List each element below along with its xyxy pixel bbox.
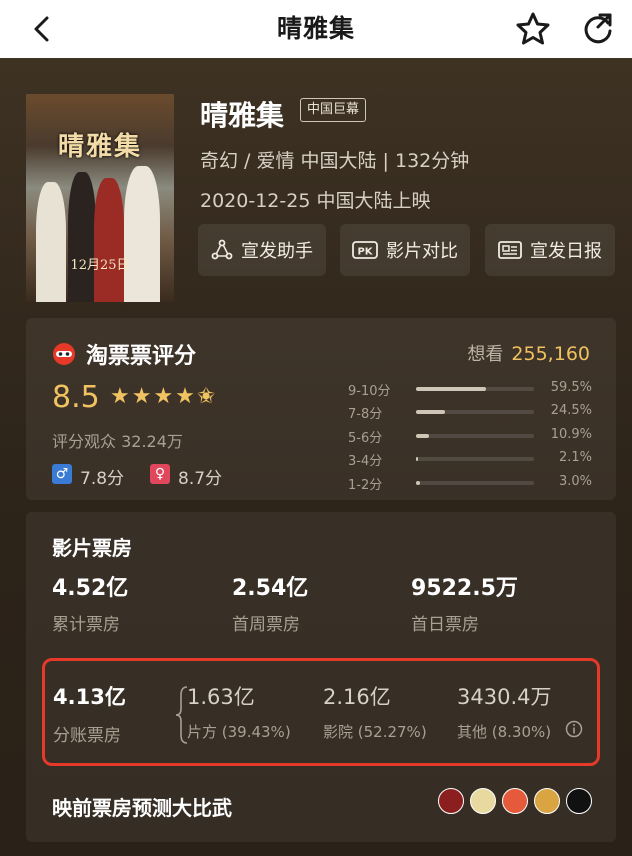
split-total-value: 4.13亿 (53, 685, 126, 709)
dist-row: 9-10分 59.5% (348, 378, 592, 401)
promo-daily-label: 宣发日报 (530, 241, 602, 262)
poster-title: 晴雅集 (57, 132, 142, 162)
split-other-label: 其他 (8.30%) (457, 723, 552, 741)
film-compare-label: 影片对比 (386, 241, 458, 262)
first-day-value: 9522.5万 (411, 576, 518, 601)
source-logo-icon[interactable] (438, 788, 464, 814)
movie-release: 2020-12-25 中国大陆上映 (200, 190, 431, 212)
dist-bar (416, 433, 429, 438)
first-week-label: 首周票房 (232, 615, 300, 635)
split-total-label: 分账票房 (53, 726, 121, 746)
want-count: 255,160 (511, 343, 590, 365)
rating-score: 8.5 (52, 380, 100, 415)
newspaper-icon (498, 241, 522, 259)
movie-meta: 奇幻 / 爱情 中国大陆 | 132分钟 (200, 150, 470, 172)
promo-daily-button[interactable]: 宣发日报 (485, 224, 615, 276)
promo-assistant-button[interactable]: 宣发助手 (198, 224, 326, 276)
box-office-title: 影片票房 (52, 536, 132, 560)
split-cinema-label: 影院 (52.27%) (323, 723, 427, 741)
dist-bar (416, 480, 420, 485)
want-label: 想看 (467, 344, 504, 365)
format-badge: 中国巨幕 (300, 98, 367, 122)
info-icon[interactable] (565, 720, 583, 738)
taopiaopiao-logo-icon (53, 343, 75, 365)
male-score: 7.8分 (80, 469, 125, 489)
total-box-office-value: 4.52亿 (52, 576, 129, 601)
poster-date: 12月25日 (70, 258, 130, 273)
dist-pct: 3.0% (558, 473, 592, 489)
pk-icon: PK (352, 241, 378, 259)
first-week-value: 2.54亿 (232, 576, 309, 601)
prediction-sources[interactable] (438, 788, 592, 814)
film-compare-button[interactable]: PK 影片对比 (340, 224, 470, 276)
dist-label: 1-2分 (348, 477, 383, 493)
split-other-value: 3430.4万 (457, 685, 552, 709)
dist-label: 3-4分 (348, 454, 383, 470)
dist-pct: 24.5% (550, 403, 592, 419)
top-nav: 晴雅集 (0, 0, 632, 58)
rating-title: 淘票票评分 (86, 344, 197, 369)
star-icon[interactable] (514, 11, 552, 47)
source-logo-icon[interactable] (470, 788, 496, 814)
first-day-label: 首日票房 (411, 615, 479, 635)
share-nodes-icon (211, 239, 233, 260)
movie-poster[interactable]: 晴雅集 12月25日 (26, 94, 174, 302)
svg-text:PK: PK (357, 247, 373, 258)
rating-stars: ★★★★✬ (110, 384, 218, 409)
rating-card: 淘票票评分 想看 255,160 8.5 ★★★★✬ 评分观众 32.24万 ♂ … (26, 318, 616, 500)
dist-bar (416, 410, 445, 415)
dist-row: 5-6分 10.9% (348, 425, 592, 448)
prediction-title: 映前票房预测大比武 (52, 796, 232, 820)
box-office-card: 影片票房 4.52亿 累计票房 2.54亿 首周票房 9522.5万 首日票房 … (26, 512, 616, 842)
split-cinema-value: 2.16亿 (323, 685, 391, 709)
rating-distribution: 9-10分 59.5% 7-8分 24.5% 5-6分 10.9% 3-4分 2… (348, 378, 592, 495)
dist-pct: 2.1% (558, 450, 592, 466)
male-icon: ♂ (52, 464, 72, 484)
want-to-see: 想看 255,160 (467, 340, 590, 366)
share-icon[interactable] (580, 11, 616, 47)
movie-title: 晴雅集 (200, 99, 285, 132)
split-producer-label: 片方 (39.43%) (187, 723, 291, 741)
dist-row: 7-8分 24.5% (348, 401, 592, 424)
split-box-office-highlight: 4.13亿 分账票房 1.63亿 片方 (39.43%) 2.16亿 影院 (5… (42, 658, 600, 766)
dist-label: 5-6分 (348, 430, 383, 446)
dist-row: 1-2分 3.0% (348, 472, 592, 495)
dist-label: 7-8分 (348, 407, 383, 423)
female-icon: ♀ (150, 464, 170, 484)
split-producer-value: 1.63亿 (187, 685, 255, 709)
dist-bar (416, 387, 487, 391)
rating-audience: 评分观众 32.24万 (52, 432, 183, 451)
female-score: 8.7分 (178, 469, 223, 489)
dist-row: 3-4分 2.1% (348, 448, 592, 471)
source-logo-icon[interactable] (502, 788, 528, 814)
source-logo-icon[interactable] (566, 788, 592, 814)
total-box-office-label: 累计票房 (52, 615, 120, 635)
promo-assistant-label: 宣发助手 (241, 241, 313, 262)
dist-pct: 59.5% (550, 380, 592, 395)
source-logo-icon[interactable] (534, 788, 560, 814)
dist-bar (416, 457, 419, 462)
dist-pct: 10.9% (550, 426, 592, 442)
dist-label: 9-10分 (348, 384, 391, 399)
